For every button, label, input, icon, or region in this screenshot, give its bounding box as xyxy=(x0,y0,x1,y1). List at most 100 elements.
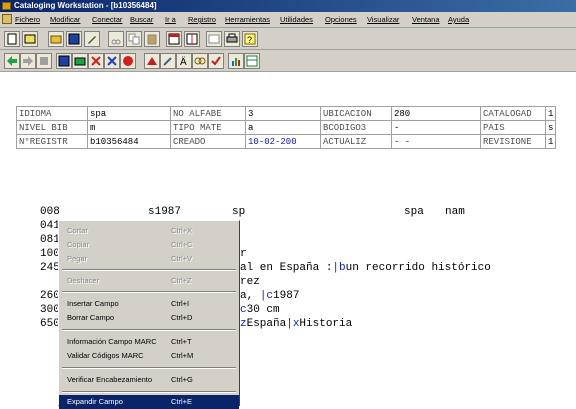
marc-tag[interactable]: 081 xyxy=(40,234,60,246)
marc-tag[interactable]: 100 xyxy=(40,248,60,260)
field-value[interactable]: 280 xyxy=(391,106,481,121)
marc-tag[interactable]: 245 xyxy=(40,262,60,274)
new-record-icon[interactable] xyxy=(4,31,20,47)
field-label: TIPO MATE xyxy=(170,120,246,135)
marc-fixed-code[interactable]: nam xyxy=(445,206,465,218)
print-icon[interactable] xyxy=(224,31,240,47)
forward-arrow-icon[interactable] xyxy=(20,53,36,69)
field-value[interactable]: 10-02-200 xyxy=(245,134,321,149)
field-value[interactable]: 1 xyxy=(544,106,557,121)
save-icon[interactable] xyxy=(66,31,82,47)
field-value[interactable]: - xyxy=(391,120,481,135)
stop-icon[interactable] xyxy=(36,53,52,69)
marc-fixed-place[interactable]: sp xyxy=(232,206,245,218)
field-label: REVISIONE xyxy=(480,134,546,149)
menu-item-informacion-campo-marc[interactable]: Información Campo MARC Ctrl+T xyxy=(59,335,239,349)
menu-item-validar-codigos-marc[interactable]: Validar Códigos MARC Ctrl+M xyxy=(59,349,239,363)
open-icon[interactable] xyxy=(72,53,88,69)
marc-tag[interactable]: 650 xyxy=(40,318,60,330)
menu-opciones[interactable]: Opciones xyxy=(325,15,357,24)
link-icon[interactable] xyxy=(192,53,208,69)
table-row: IDIOMA spa NO ALFABE 3 UBICACION 280 CAT… xyxy=(16,106,557,121)
svg-text:Ä: Ä xyxy=(180,56,187,67)
menu-item-borrar-campo[interactable]: Borrar Campo Ctrl+D xyxy=(59,311,239,325)
menu-herramientas[interactable]: Herramientas xyxy=(225,15,270,24)
stop-sign-icon[interactable] xyxy=(120,53,136,69)
menu-visualizar[interactable]: Visualizar xyxy=(367,15,399,24)
field-label: ACTUALIZ xyxy=(320,134,392,149)
cancel-icon[interactable] xyxy=(104,53,120,69)
marc-tag[interactable]: 041 xyxy=(40,220,60,232)
field-label: PAIS xyxy=(480,120,546,135)
paste-icon[interactable] xyxy=(144,31,160,47)
diacritics-icon[interactable]: Ä xyxy=(176,53,192,69)
menu-ayuda[interactable]: Ayuda xyxy=(448,15,469,24)
menu-separator xyxy=(62,329,236,331)
menu-utilidades[interactable]: Utilidades xyxy=(280,15,313,24)
menu-item-cortar[interactable]: Cortar Ctrl+X xyxy=(59,224,239,238)
field-value[interactable]: 1 xyxy=(544,134,557,149)
table-row: N°REGISTR b10356484 CREADO 10-02-200 ACT… xyxy=(16,134,557,149)
menu-separator xyxy=(62,391,236,393)
marc-field-text[interactable]: al en España :|bun recorrido histórico xyxy=(240,262,491,274)
menu-separator xyxy=(62,269,236,271)
save-record-icon[interactable] xyxy=(56,53,72,69)
back-arrow-icon[interactable] xyxy=(4,53,20,69)
cut-icon[interactable] xyxy=(108,31,124,47)
menu-item-deshacer[interactable]: Deshacer Ctrl+Z xyxy=(59,274,239,288)
copy-icon[interactable] xyxy=(126,31,142,47)
field-value[interactable]: a xyxy=(245,120,321,135)
menu-item-expandir-campo[interactable]: Expandir Campo Ctrl+E xyxy=(59,395,239,409)
field-label: NO ALFABE xyxy=(170,106,246,121)
edit-icon[interactable] xyxy=(84,31,100,47)
tools-icon[interactable] xyxy=(160,53,176,69)
menu-item-verificar-encabezamiento[interactable]: Verificar Encabezamiento Ctrl+G xyxy=(59,373,239,387)
folder-icon[interactable] xyxy=(48,31,64,47)
marc-tag[interactable]: 008 xyxy=(40,206,60,218)
menu-modificar[interactable]: Modificar xyxy=(50,15,80,24)
chart-icon[interactable] xyxy=(228,53,244,69)
marc-field-text[interactable]: c30 cm xyxy=(240,304,280,316)
field-value[interactable]: m xyxy=(87,120,171,135)
table-icon[interactable] xyxy=(244,53,260,69)
field-value[interactable]: spa xyxy=(87,106,171,121)
field-value[interactable]: s xyxy=(544,120,557,135)
field-value[interactable]: - - xyxy=(391,134,481,149)
context-menu: Cortar Ctrl+X Copiar Ctrl+C Pegar Ctrl+V De… xyxy=(58,220,240,409)
marc-field-text[interactable]: zEspaña|xHistoria xyxy=(240,318,352,330)
delete-icon[interactable] xyxy=(88,53,104,69)
menu-fichero[interactable]: Fichero xyxy=(15,15,40,24)
marc-tag[interactable]: 300 xyxy=(40,304,60,316)
field-value[interactable]: b10356484 xyxy=(87,134,171,149)
menu-item-insertar-campo[interactable]: Insertar Campo Ctrl+I xyxy=(59,297,239,311)
marc-fixed-lang[interactable]: spa xyxy=(404,206,424,218)
marc-field-text[interactable]: a, |c1987 xyxy=(240,290,299,302)
menu-conectar[interactable]: Conectar xyxy=(92,15,122,24)
svg-text:?: ? xyxy=(247,35,252,45)
help-icon[interactable]: ? xyxy=(242,31,258,47)
toolbar-cataloging: Ä xyxy=(0,50,576,72)
split-window-icon[interactable] xyxy=(184,31,200,47)
menu-registro[interactable]: Registro xyxy=(188,15,216,24)
menu-item-copiar[interactable]: Copiar Ctrl+C xyxy=(59,238,239,252)
marc-tag[interactable]: 260 xyxy=(40,290,60,302)
app-icon xyxy=(2,2,11,10)
window-title: Cataloging Workstation - [b10356484] xyxy=(14,1,157,10)
menu-item-pegar[interactable]: Pegar Ctrl+V xyxy=(59,252,239,266)
menu-ventana[interactable]: Ventana xyxy=(412,15,440,24)
authority-icon[interactable] xyxy=(144,53,160,69)
marc-field-text[interactable]: r xyxy=(240,248,247,260)
window-icon[interactable] xyxy=(166,31,182,47)
marc-field-text[interactable]: rez xyxy=(240,276,260,288)
field-value[interactable]: 3 xyxy=(245,106,321,121)
toolbar-standard: ? xyxy=(0,28,576,50)
field-label: NIVEL BIB xyxy=(16,120,88,135)
field-label: BCODIGO3 xyxy=(320,120,392,135)
document-icon[interactable] xyxy=(2,14,12,24)
menu-ir-a[interactable]: Ir a xyxy=(165,15,176,24)
record-view-icon[interactable] xyxy=(206,31,222,47)
validate-icon[interactable] xyxy=(208,53,224,69)
marc-fixed-date[interactable]: s1987 xyxy=(148,206,181,218)
menu-buscar[interactable]: Buscar xyxy=(130,15,153,24)
open-record-icon[interactable] xyxy=(22,31,38,47)
